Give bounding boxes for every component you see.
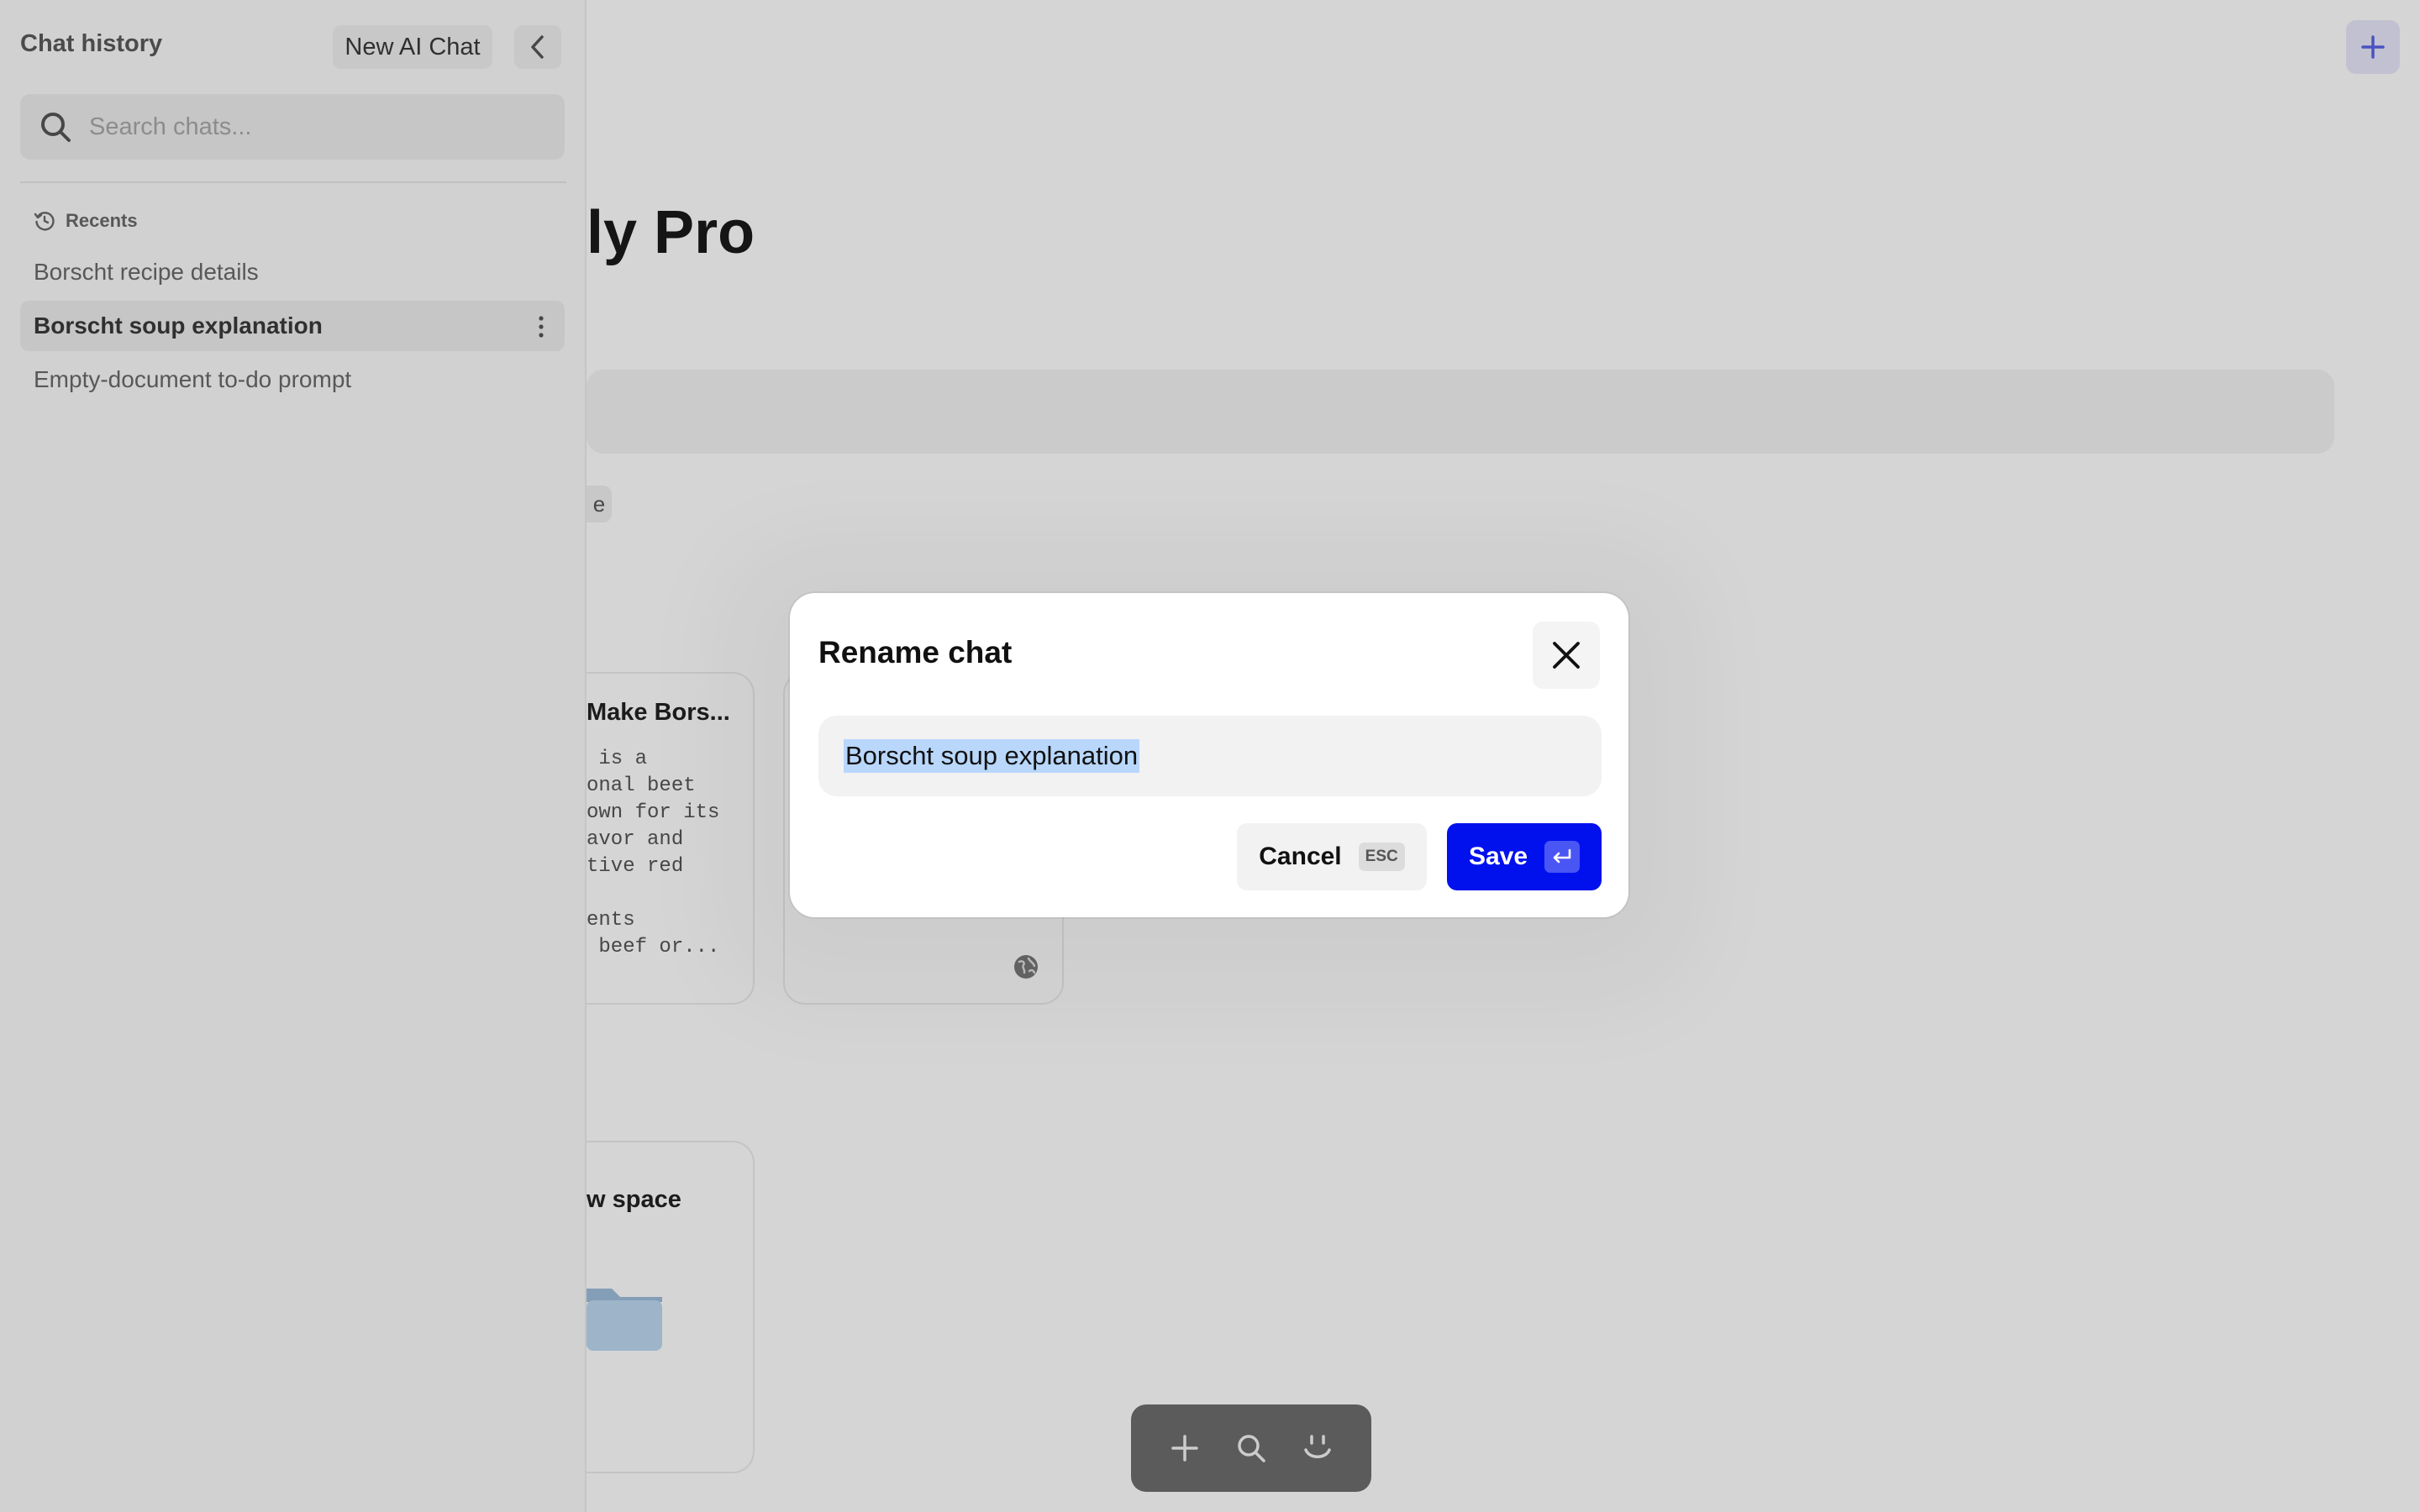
enter-shortcut-badge	[1544, 841, 1581, 873]
cancel-label: Cancel	[1259, 843, 1342, 870]
enter-icon	[1553, 848, 1571, 864]
cancel-button[interactable]: Cancel ESC	[1237, 823, 1427, 890]
esc-shortcut-badge: ESC	[1358, 843, 1405, 871]
save-button[interactable]: Save	[1447, 823, 1602, 890]
chat-name-value[interactable]: Borscht soup explanation	[844, 739, 1140, 773]
save-label: Save	[1468, 843, 1528, 870]
close-icon	[1553, 642, 1580, 669]
close-button[interactable]	[1533, 622, 1600, 689]
chat-name-input[interactable]: Borscht soup explanation	[818, 716, 1602, 796]
rename-chat-dialog: Rename chat Borscht soup explanation Can…	[790, 593, 1628, 917]
dialog-title: Rename chat	[818, 635, 1013, 669]
